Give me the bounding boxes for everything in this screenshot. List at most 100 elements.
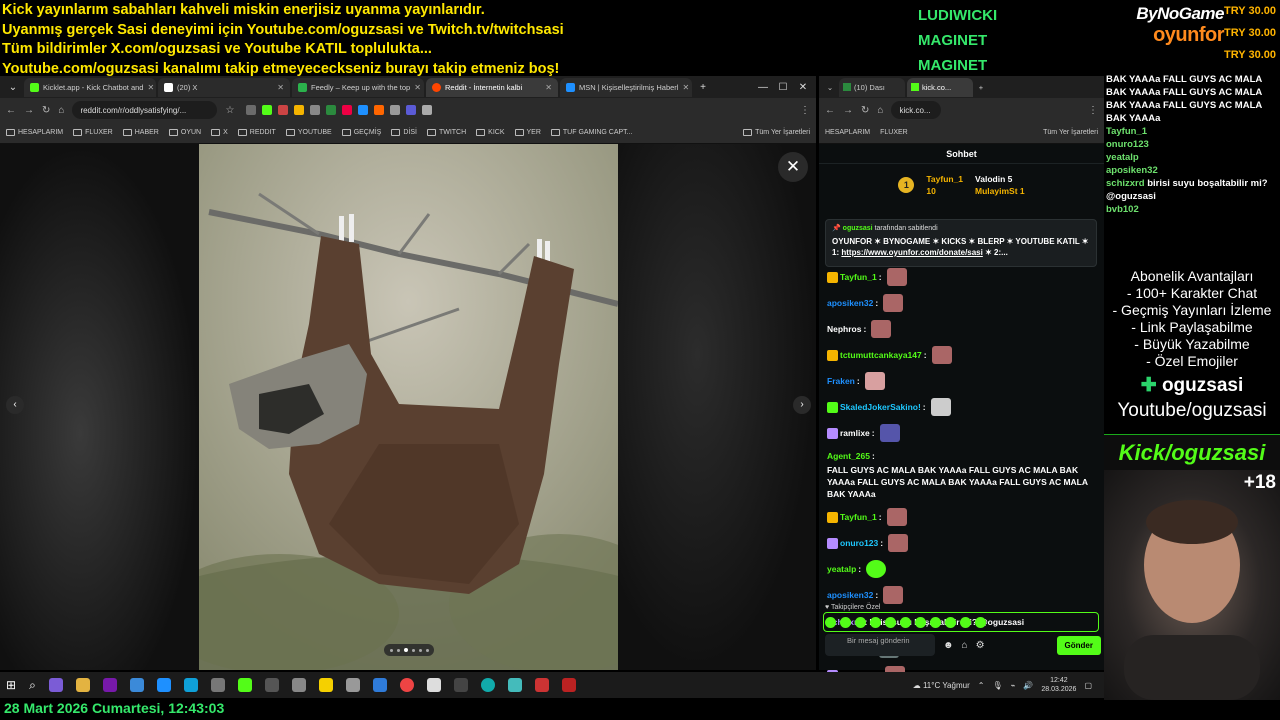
chat-username[interactable]: Nephros	[827, 323, 861, 335]
chat-message[interactable]: tctumuttcankaya147:	[827, 346, 1101, 364]
back-icon[interactable]: ←	[825, 105, 835, 116]
menu-icon[interactable]: ⋮	[800, 105, 810, 116]
app-icon[interactable]	[561, 678, 576, 692]
chat-username[interactable]: ramlixe	[840, 427, 870, 439]
pinned-message[interactable]: 📌 oguzsasi tarafından sabitlendi OYUNFOR…	[825, 219, 1097, 267]
clock[interactable]: 12:42 28.03.2026	[1041, 676, 1076, 694]
page-dot[interactable]	[425, 648, 429, 652]
close-tab-icon[interactable]: ✕	[147, 83, 154, 92]
chat-message[interactable]: Tayfun_1:	[827, 268, 1101, 286]
chat-message[interactable]: onuro123:	[827, 534, 1101, 552]
extension-icon[interactable]	[374, 105, 385, 115]
tab-search-icon[interactable]: ⌄	[823, 83, 837, 92]
page-dot-active[interactable]	[403, 648, 408, 652]
app-icon[interactable]	[291, 678, 306, 692]
new-tab-icon[interactable]: +	[694, 82, 712, 93]
emote-icon[interactable]	[915, 617, 926, 628]
maximize-icon[interactable]: ☐	[774, 82, 792, 93]
extension-icon[interactable]	[406, 105, 417, 115]
forward-icon[interactable]: →	[843, 105, 853, 116]
start-icon[interactable]: ⊞	[6, 678, 16, 692]
extension-icon[interactable]	[278, 105, 289, 115]
extension-icon[interactable]	[342, 105, 353, 115]
microphone-icon[interactable]: 🎙	[992, 681, 1002, 690]
tab-kicklet[interactable]: Kicklet.app - Kick Chatbot and ✕	[24, 77, 156, 97]
page-dot[interactable]	[389, 648, 393, 652]
volume-icon[interactable]: 🔊	[1023, 681, 1033, 690]
extension-icon[interactable]	[326, 105, 337, 115]
chat-username[interactable]: Tayfun_1	[840, 511, 877, 523]
app-icon[interactable]	[129, 678, 144, 692]
app-icon[interactable]	[264, 678, 279, 692]
tab-dashboard[interactable]: (10) Dası	[839, 77, 905, 97]
chat-username[interactable]: aposiken32	[827, 589, 873, 601]
chat-message[interactable]: ramlixe:	[827, 424, 1101, 442]
chat-username[interactable]: tctumuttcankaya147	[840, 349, 922, 361]
tab-x[interactable]: (20) X ✕	[158, 77, 290, 97]
bookmark-hesaplarim[interactable]: HESAPLARIM	[6, 129, 63, 136]
emoji-icon[interactable]: ☻	[943, 640, 954, 651]
gift-icon[interactable]: ⌂	[962, 640, 968, 651]
chat-message[interactable]: aposiken32:	[827, 586, 1101, 604]
network-icon[interactable]: ⌁	[1011, 681, 1016, 690]
chrome-icon[interactable]	[399, 678, 414, 692]
emote-icon[interactable]	[870, 617, 881, 628]
camera-icon[interactable]	[210, 678, 225, 692]
settings-gear-icon[interactable]: ⚙	[976, 640, 985, 651]
forward-icon[interactable]: →	[24, 105, 34, 116]
bookmark-oyun[interactable]: OYUN	[168, 129, 201, 136]
emote-icon[interactable]	[975, 617, 986, 628]
edge-icon[interactable]	[183, 678, 198, 692]
bookmark-tuf[interactable]: TUF GAMING CAPT...	[550, 129, 633, 136]
chat-message[interactable]: Nephros:	[827, 320, 1101, 338]
menu-icon[interactable]: ⋮	[1088, 105, 1098, 116]
bookmark-reddit[interactable]: REDDIT	[237, 129, 276, 136]
tab-feedly[interactable]: Feedly – Keep up with the top ✕	[292, 77, 424, 97]
send-button[interactable]: Gönder	[1056, 635, 1101, 655]
leader-entry[interactable]: Valodin 5	[975, 174, 1025, 184]
home-icon[interactable]: ⌂	[877, 105, 883, 116]
app-icon[interactable]	[507, 678, 522, 692]
bookmark-twitch[interactable]: TWITCH	[426, 129, 466, 136]
bookmark-haber[interactable]: HABER	[122, 129, 159, 136]
app-icon[interactable]	[156, 678, 171, 692]
emote-icon[interactable]	[960, 617, 971, 628]
chat-username[interactable]: aposiken32	[827, 297, 873, 309]
bookmark-star-icon[interactable]: ☆	[225, 105, 234, 116]
chat-username[interactable]: yeatalp	[827, 563, 856, 575]
emote-icon[interactable]	[855, 617, 866, 628]
extension-icon[interactable]	[246, 105, 257, 115]
chat-message[interactable]: SkaledJokerSakino!:	[827, 398, 1101, 416]
chat-username[interactable]: Agent_265	[827, 450, 870, 462]
extension-icon[interactable]	[262, 105, 273, 115]
extension-icon[interactable]	[294, 105, 305, 115]
reload-icon[interactable]: ↻	[861, 105, 869, 116]
bookmark-kick[interactable]: KICK	[476, 129, 505, 136]
new-tab-icon[interactable]: +	[975, 83, 987, 92]
tab-reddit[interactable]: Reddit - İnternetin kalbi ✕	[426, 77, 558, 97]
chat-message[interactable]: aposiken32:	[827, 294, 1101, 312]
chat-username[interactable]: Tayfun_1	[840, 271, 877, 283]
emote-icon[interactable]	[900, 617, 911, 628]
address-bar[interactable]: reddit.com/r/oddlysatisfying/...	[72, 101, 218, 119]
previous-image-button[interactable]: ‹	[6, 396, 24, 414]
donate-link[interactable]: https://www.oyunfor.com/donate/sasi	[841, 248, 983, 257]
close-tab-icon[interactable]: ✕	[277, 83, 284, 92]
chat-message[interactable]: Tayfun_1:	[827, 508, 1101, 526]
page-dot[interactable]	[411, 648, 415, 652]
chat-input[interactable]: Bir mesaj gönderin	[825, 634, 935, 656]
address-bar[interactable]: kick.co...	[891, 101, 942, 119]
close-viewer-button[interactable]: ✕	[778, 152, 808, 182]
extension-icon[interactable]	[390, 105, 401, 115]
chat-message[interactable]: Agent_265: FALL GUYS AC MALA BAK YAAAa F…	[827, 450, 1101, 500]
bookmark-disi[interactable]: DİSİ	[391, 129, 417, 136]
app-icon[interactable]	[48, 678, 63, 692]
chat-username[interactable]: onuro123	[840, 537, 878, 549]
emote-icon[interactable]	[825, 617, 836, 628]
emote-icon[interactable]	[945, 617, 956, 628]
weather-widget[interactable]: ☁ 11°C Yağmur	[913, 681, 970, 690]
kick-icon[interactable]	[237, 678, 252, 692]
app-icon[interactable]	[453, 678, 468, 692]
next-image-button[interactable]: ›	[793, 396, 811, 414]
emote-icon[interactable]	[840, 617, 851, 628]
